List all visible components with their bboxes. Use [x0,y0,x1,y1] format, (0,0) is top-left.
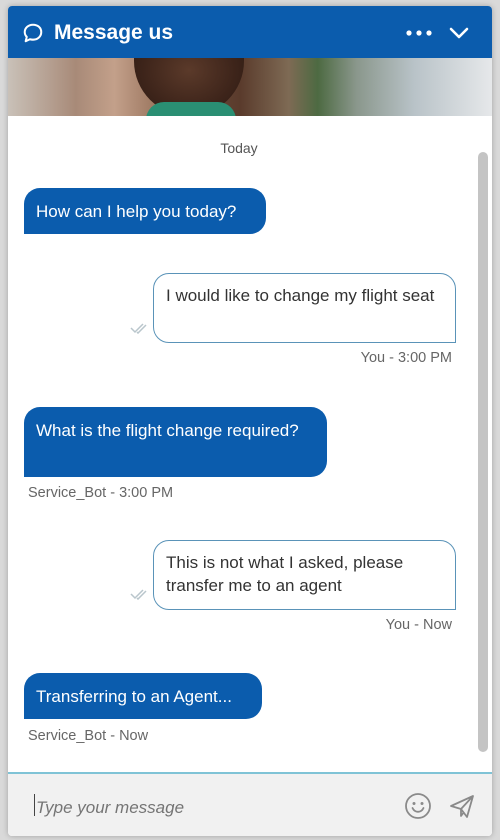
user-message: I would like to change my flight seat [153,273,456,343]
double-check-icon [130,589,147,600]
chat-widget: Message us Today How can I help you toda… [8,6,492,836]
emoji-smile-icon[interactable] [404,792,432,820]
double-check-icon [130,323,147,334]
text-caret [34,794,35,816]
header-title: Message us [54,21,174,44]
message-list: Today How can I help you today? I would … [8,116,470,772]
bot-message-text: What is the flight change required? [36,421,299,440]
agent-banner-image [8,58,492,116]
scrollbar-thumb[interactable] [478,152,488,752]
more-horizontal-icon[interactable] [406,30,432,36]
chat-bubble-icon [23,23,43,43]
message-composer [8,772,492,836]
user-message-text: This is not what I asked, please transfe… [166,553,404,595]
send-paper-plane-icon[interactable] [448,792,476,820]
user-message-meta: You - Now [385,617,452,633]
message-input[interactable] [34,794,398,822]
bot-message: Transferring to an Agent... [24,673,262,719]
user-message-text: I would like to change my flight seat [166,286,435,305]
agent-photo-shirt [146,102,236,116]
chevron-down-icon[interactable] [448,22,470,44]
bot-message-meta: Service_Bot - Now [28,728,149,744]
user-message: This is not what I asked, please transfe… [153,540,456,610]
user-message-meta: You - 3:00 PM [360,350,452,366]
bot-message-text: Transferring to an Agent... [36,687,232,706]
bot-message-meta: Service_Bot - 3:00 PM [28,485,174,501]
bot-message: How can I help you today? [24,188,266,234]
date-divider: Today [220,140,258,156]
chat-header: Message us [8,6,492,58]
bot-message: What is the flight change required? [24,407,327,477]
bot-message-text: How can I help you today? [36,202,237,221]
